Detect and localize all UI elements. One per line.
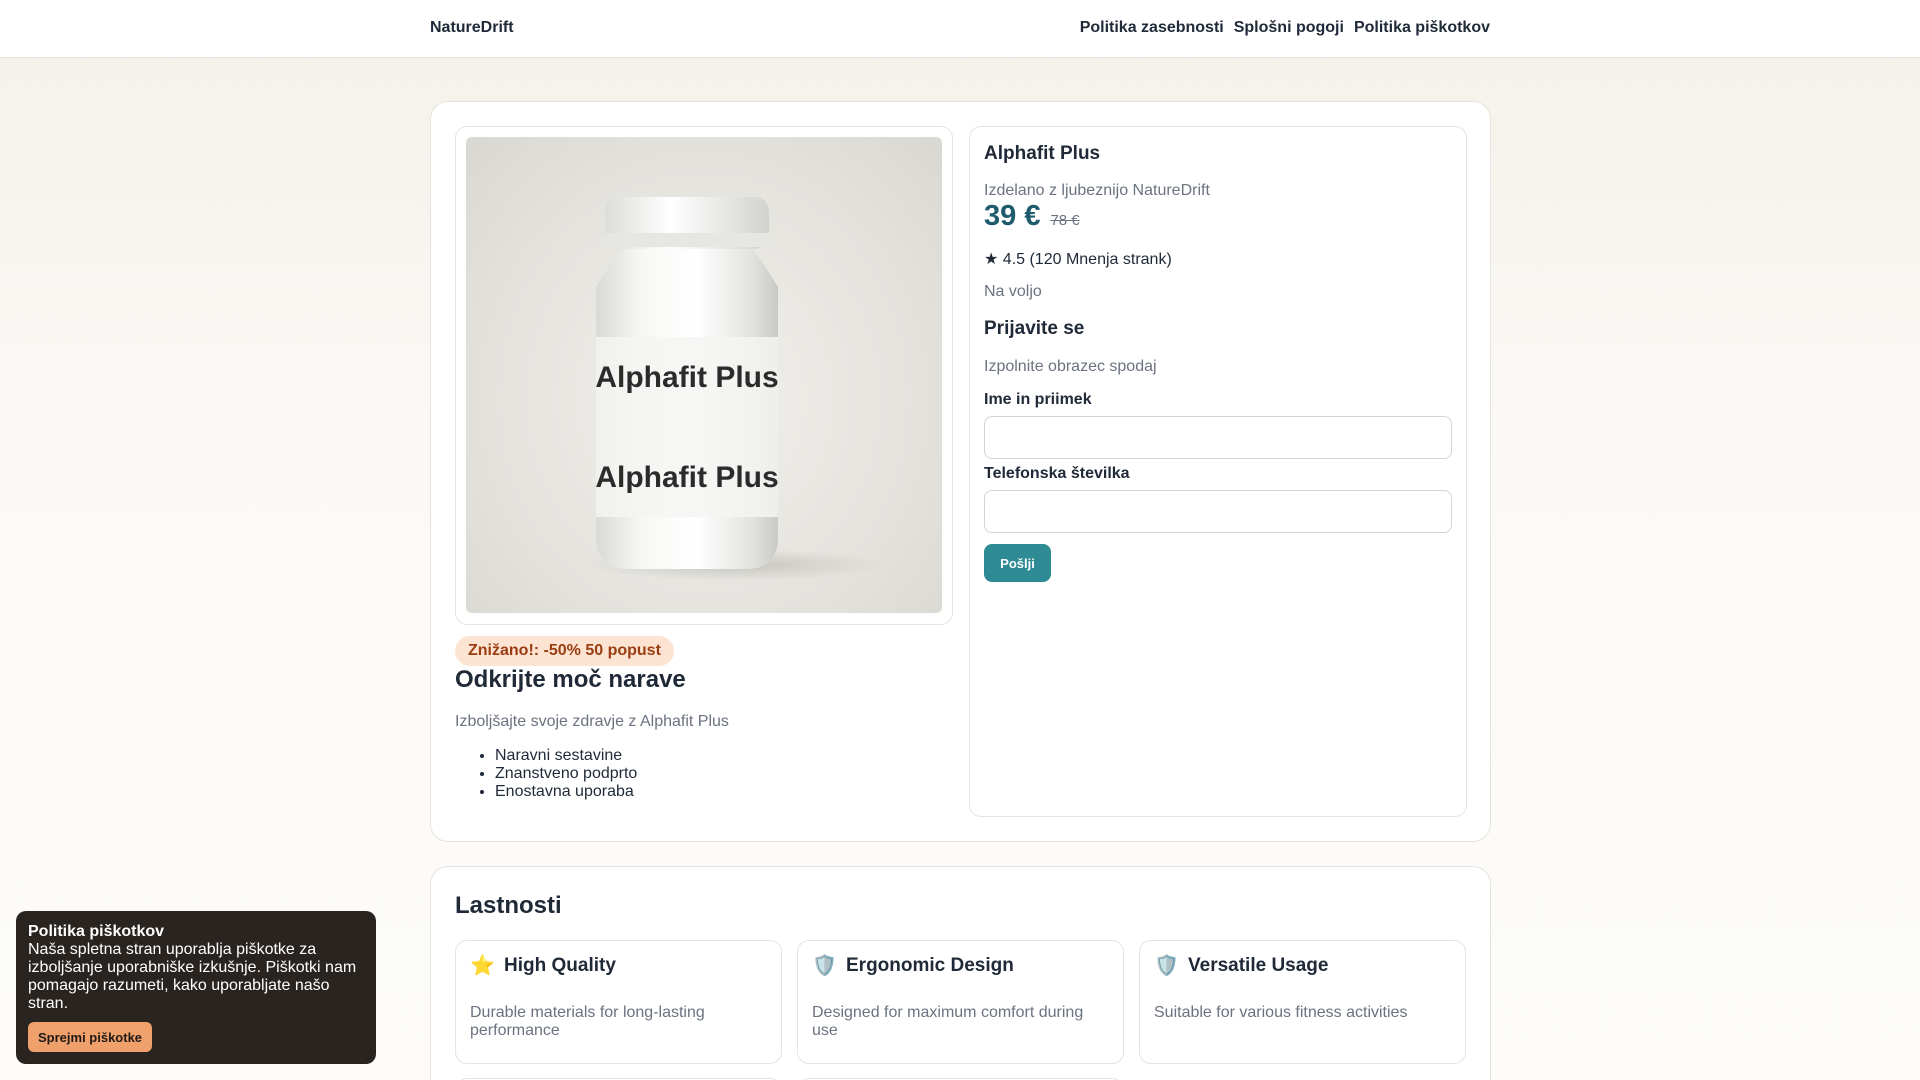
product-name: Alphafit Plus <box>984 143 1101 164</box>
main-nav: Politika zasebnosti Splošni pogoji Polit… <box>1080 19 1490 37</box>
product-image-frame: Alphafit Plus Alphafit Plus <box>455 126 953 625</box>
nav-terms-link[interactable]: Splošni pogoji <box>1234 19 1344 37</box>
brand-logo[interactable]: NatureDrift <box>430 19 514 37</box>
shield-icon: 🛡️ <box>812 955 837 977</box>
list-item: Naravni sestavine <box>495 747 637 765</box>
bottle-label-top: Alphafit Plus <box>595 361 778 394</box>
submit-button[interactable]: Pošlji <box>984 544 1051 582</box>
signup-hint: Izpolnite obrazec spodaj <box>984 358 1157 375</box>
feature-title: Ergonomic Design <box>846 955 1014 976</box>
cookie-banner: Politika piškotkov Naša spletna stran up… <box>16 911 376 1064</box>
order-panel: Alphafit Plus Izdelano z ljubeznijo Natu… <box>969 126 1467 817</box>
features-card: Lastnosti ⭐ High Quality Durable materia… <box>430 866 1491 1080</box>
price-current: 39 € <box>984 200 1041 232</box>
feature-header: 🛡️ Ergonomic Design <box>812 955 1014 977</box>
rating-text: ★ 4.5 (120 Mnenja strank) <box>984 251 1172 268</box>
feature-description: Suitable for various fitness activities <box>1154 1004 1408 1021</box>
feature-header: 🛡️ Versatile Usage <box>1154 955 1328 977</box>
phone-label: Telefonska številka <box>984 465 1130 482</box>
feature-card: ⭐ High Quality Durable materials for lon… <box>455 940 782 1064</box>
feature-title: High Quality <box>504 955 616 976</box>
name-label: Ime in priimek <box>984 391 1092 408</box>
phone-input[interactable] <box>984 490 1452 533</box>
cookie-title: Politika piškotkov <box>28 923 165 940</box>
product-maker: Izdelano z ljubeznijo NatureDrift <box>984 182 1210 199</box>
feature-description: Durable materials for long-lasting perfo… <box>470 1004 705 1039</box>
name-input[interactable] <box>984 416 1452 459</box>
feature-description: Designed for maximum comfort during use <box>812 1004 1084 1039</box>
product-image: Alphafit Plus Alphafit Plus <box>466 137 942 613</box>
features-title: Lastnosti <box>455 892 562 919</box>
price-original: 78 € <box>1050 212 1080 229</box>
cookie-text: Naša spletna stran uporablja piškotke za… <box>28 941 357 1012</box>
discount-badge: Znižano!: -50% 50 popust <box>455 636 674 666</box>
hero-subtitle: Izboljšajte svoje zdravje z Alphafit Plu… <box>455 713 729 730</box>
accept-cookies-button[interactable]: Sprejmi piškotke <box>28 1022 153 1052</box>
nav-cookies-link[interactable]: Politika piškotkov <box>1354 19 1490 37</box>
top-navbar: NatureDrift Politika zasebnosti Splošni … <box>0 0 1920 58</box>
list-item: Znanstveno podprto <box>495 765 637 783</box>
bottle-label-bottom: Alphafit Plus <box>595 461 778 494</box>
price-block: 39 € 78 € <box>984 200 1080 233</box>
feature-header: ⭐ High Quality <box>470 955 616 977</box>
feature-card: 🛡️ Versatile Usage Suitable for various … <box>1139 940 1466 1064</box>
bottle-illustration: Alphafit Plus Alphafit Plus <box>586 197 886 581</box>
benefits-list: Naravni sestavine Znanstveno podprto Eno… <box>495 747 637 801</box>
star-icon: ⭐ <box>470 955 495 977</box>
stock-status: Na voljo <box>984 283 1042 300</box>
feature-title: Versatile Usage <box>1188 955 1329 976</box>
hero-title: Odkrijte moč narave <box>455 666 686 693</box>
product-card: Alphafit Plus Alphafit Plus Znižano!: -5… <box>430 101 1491 842</box>
feature-card: 🛡️ Ergonomic Design Designed for maximum… <box>797 940 1124 1064</box>
list-item: Enostavna uporaba <box>495 783 637 801</box>
shield-icon: 🛡️ <box>1154 955 1179 977</box>
nav-privacy-link[interactable]: Politika zasebnosti <box>1080 19 1224 37</box>
signup-heading: Prijavite se <box>984 318 1085 339</box>
